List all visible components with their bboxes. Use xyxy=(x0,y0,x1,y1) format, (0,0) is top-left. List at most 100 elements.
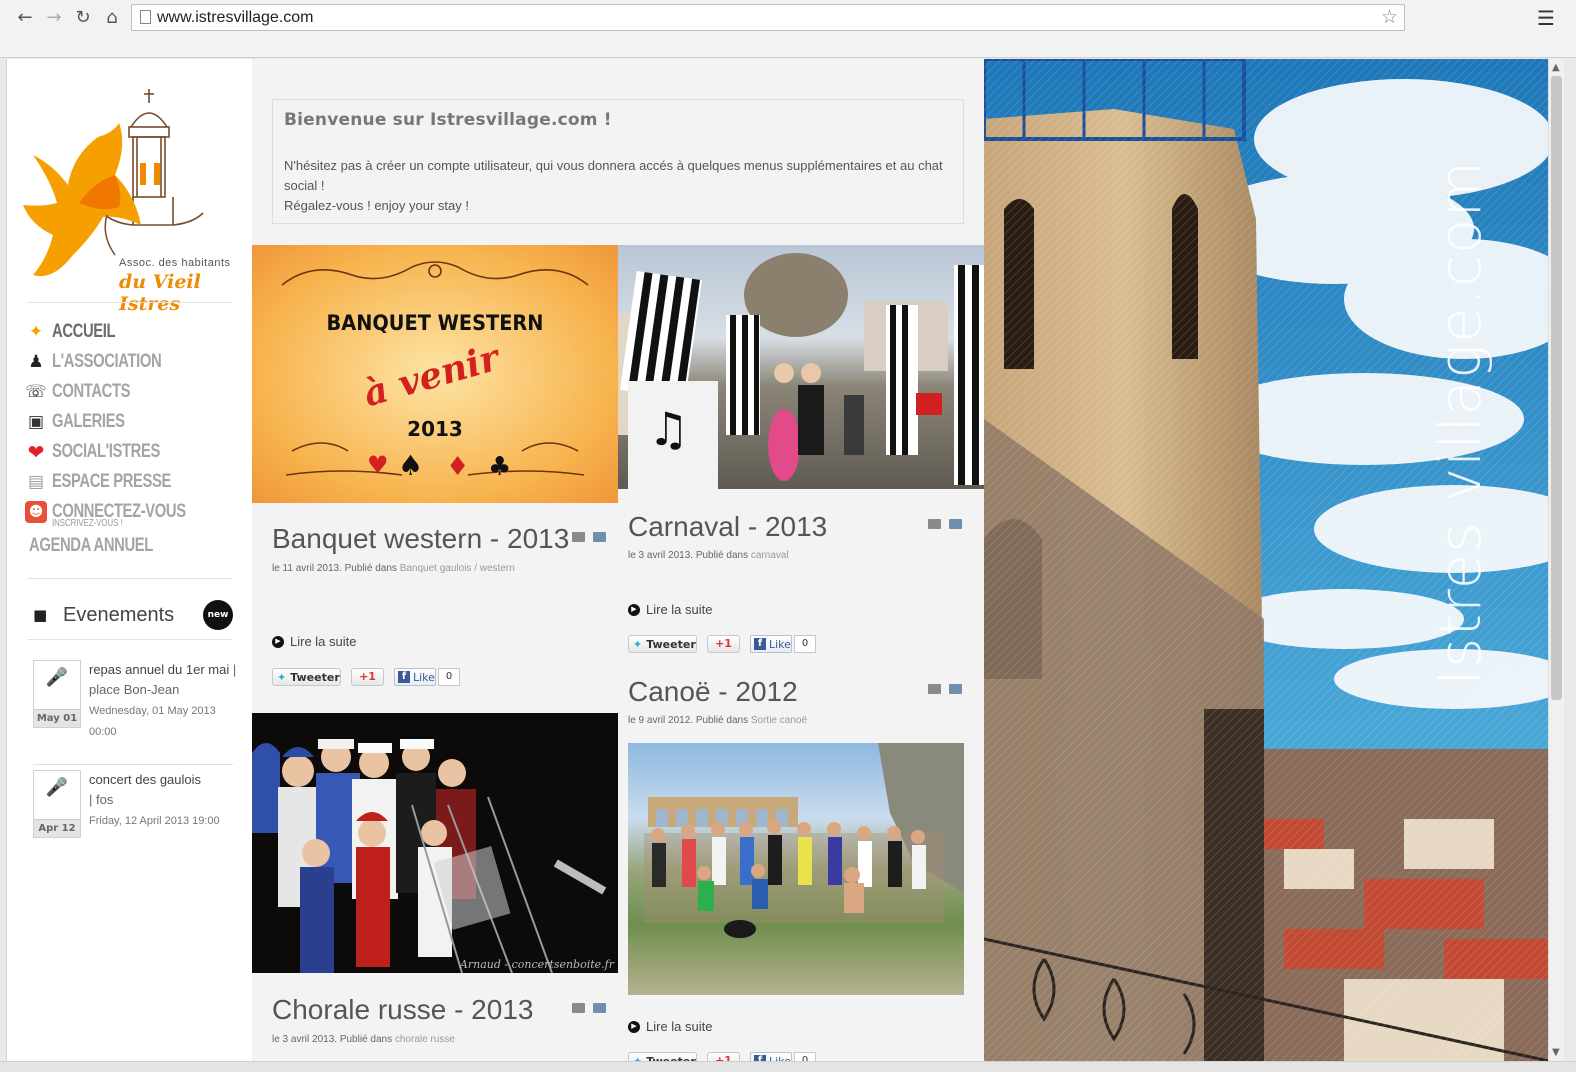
article-title[interactable]: Chorale russe - 2013 xyxy=(272,994,533,1026)
email-icon[interactable] xyxy=(593,1003,606,1013)
hero-image: Istres village.com xyxy=(984,59,1548,1061)
menu-item-accueil[interactable]: ✦ ACCUEIL xyxy=(23,317,243,347)
menu-item-espace-presse[interactable]: ▤ ESPACE PRESSE xyxy=(23,467,243,497)
print-icon[interactable] xyxy=(572,1003,585,1013)
facebook-like-button[interactable]: f Like xyxy=(750,1052,792,1061)
facebook-like-button[interactable]: f Like xyxy=(394,668,436,686)
print-icon[interactable] xyxy=(572,532,585,542)
star-icon[interactable]: ☆ xyxy=(1381,6,1398,28)
forward-arrow-icon[interactable]: → xyxy=(42,6,66,30)
article-image-banquet[interactable]: ♥ ♠ ♦ ♣ BANQUET WESTERN à venir 2013 xyxy=(252,245,618,503)
home-icon[interactable]: ⌂ xyxy=(100,6,124,30)
category-sep: / xyxy=(474,563,477,574)
fb-like-count: 0 xyxy=(794,1052,816,1061)
welcome-line1: N'hésitez pas à créer un compte utilisat… xyxy=(284,158,943,193)
print-icon[interactable] xyxy=(928,684,941,694)
calendar-badge: 🎤 May 01 xyxy=(33,660,81,728)
category-link[interactable]: Sortie canoë xyxy=(751,715,807,726)
event-title[interactable]: concert des gaulois xyxy=(89,772,201,787)
tweet-button[interactable]: ✦ Tweeter xyxy=(628,635,697,653)
menu-item-connectez-vous[interactable]: ☻ CONNECTEZ-VOUS INSCRIVEZ-VOUS ! xyxy=(23,497,243,529)
event-text: repas annuel du 1er mai | place Bon-Jean… xyxy=(89,660,239,742)
article-image-carnaval[interactable]: ♫ xyxy=(618,245,984,489)
menu-label: GALERIES xyxy=(52,411,125,432)
category-link[interactable]: western xyxy=(480,563,515,574)
scroll-up-icon[interactable]: ▲ xyxy=(1552,62,1560,73)
tweet-button[interactable]: ✦ Tweeter xyxy=(272,668,341,686)
scroll-thumb[interactable] xyxy=(1551,76,1562,700)
menu-sublabel: INSCRIVEZ-VOUS ! xyxy=(52,518,123,529)
print-icon[interactable] xyxy=(928,519,941,529)
camera-icon: ▣ xyxy=(27,412,45,432)
tweet-button[interactable]: ✦ Tweeter xyxy=(628,1052,697,1061)
divider xyxy=(27,302,232,303)
gplus-button[interactable]: +1 xyxy=(351,668,384,686)
twitter-bird-icon: ✦ xyxy=(277,670,287,684)
site-logo[interactable]: Assoc. des habitants du Vieil Istres xyxy=(23,85,237,315)
read-more-link[interactable]: ▶ Lire la suite xyxy=(272,634,356,649)
twitter-bird-icon: ✦ xyxy=(633,637,643,651)
event-date: Friday, 12 April 2013 19:00 xyxy=(89,815,220,827)
hamburger-menu-icon[interactable]: ☰ xyxy=(1537,6,1555,30)
menu-item-agenda-annuel[interactable]: AGENDA ANNUEL xyxy=(23,531,243,561)
menu-item-association[interactable]: ♟ L'ASSOCIATION xyxy=(23,347,243,377)
user-icon: ☻ xyxy=(23,500,49,524)
event-item[interactable]: 🎤 May 01 repas annuel du 1er mai | place… xyxy=(33,660,236,758)
fb-like-count: 0 xyxy=(438,668,460,686)
read-more-link[interactable]: ▶ Lire la suite xyxy=(628,602,712,617)
carnaval-photo: ♫ xyxy=(618,253,984,489)
category-link[interactable]: carnaval xyxy=(751,550,789,561)
facebook-icon: f xyxy=(754,638,766,650)
article-tools xyxy=(572,532,606,544)
read-more-link[interactable]: ▶ Lire la suite xyxy=(628,1019,712,1034)
menu-label: AGENDA ANNUEL xyxy=(29,535,153,556)
browser-bottom-edge xyxy=(0,1061,1576,1072)
article-title[interactable]: Carnaval - 2013 xyxy=(628,511,827,543)
article-tools xyxy=(928,519,962,531)
facebook-like-button[interactable]: f Like xyxy=(750,635,792,653)
category-link[interactable]: Banquet gaulois xyxy=(400,563,472,574)
facebook-icon: f xyxy=(398,671,410,683)
url-text[interactable]: www.istresvillage.com xyxy=(157,9,313,27)
hero-watermark: Istres village.com xyxy=(1426,160,1494,686)
new-badge[interactable]: new xyxy=(203,600,233,630)
menu-item-galeries[interactable]: ▣ GALERIES xyxy=(23,407,243,437)
reload-icon[interactable]: ↻ xyxy=(71,6,95,30)
fb-like-label: Like xyxy=(413,670,435,684)
svg-text:♥: ♥ xyxy=(367,451,389,479)
gplus-button[interactable]: +1 xyxy=(707,635,740,653)
menu-item-contacts[interactable]: ☏ CONTACTS xyxy=(23,377,243,407)
newspaper-icon: ▤ xyxy=(27,472,45,492)
menu-label: ESPACE PRESSE xyxy=(52,471,172,492)
article-meta: le 3 avril 2013. Publié dans chorale rus… xyxy=(272,1034,455,1045)
email-icon[interactable] xyxy=(949,519,962,529)
article-title[interactable]: Canoë - 2012 xyxy=(628,676,798,708)
back-arrow-icon[interactable]: ← xyxy=(13,6,37,30)
article-title[interactable]: Banquet western - 2013 xyxy=(272,523,569,555)
event-item[interactable]: 🎤 Apr 12 concert des gaulois | fos Frida… xyxy=(33,770,233,850)
logo-graphic xyxy=(23,89,204,277)
event-title[interactable]: repas annuel du 1er mai xyxy=(89,662,229,677)
menu-label: ACCUEIL xyxy=(52,321,116,342)
read-more-label: Lire la suite xyxy=(290,634,357,649)
scrollbar[interactable]: ▲ ▼ xyxy=(1548,59,1564,1061)
logo-line2: du Vieil Istres xyxy=(119,271,201,315)
scroll-down-icon[interactable]: ▼ xyxy=(1552,1047,1560,1058)
gplus-button[interactable]: +1 xyxy=(707,1052,740,1061)
address-bar[interactable]: www.istresvillage.com ☆ xyxy=(131,4,1405,31)
welcome-line2: Régalez-vous ! enjoy your stay ! xyxy=(284,198,469,213)
email-icon[interactable] xyxy=(949,684,962,694)
chevron-right-icon: ▶ xyxy=(628,603,640,616)
event-sep: | xyxy=(232,662,237,677)
people-icon: ♟ xyxy=(28,352,44,372)
menu-item-socialistres[interactable]: ❤ SOCIAL'ISTRES xyxy=(23,437,243,467)
article-meta: le 3 avril 2013. Publié dans carnaval xyxy=(628,550,789,561)
article-image-canoe[interactable] xyxy=(628,743,964,995)
chevron-right-icon: ▶ xyxy=(628,1020,640,1033)
email-icon[interactable] xyxy=(593,532,606,542)
event-text: concert des gaulois | fos Friday, 12 Apr… xyxy=(89,770,239,831)
category-link[interactable]: chorale russe xyxy=(395,1034,455,1045)
article-image-chorale[interactable]: Arnaud - concertsenboite.fr xyxy=(252,713,618,973)
menu-label: CONTACTS xyxy=(52,381,131,402)
svg-text:♠: ♠ xyxy=(398,449,423,482)
